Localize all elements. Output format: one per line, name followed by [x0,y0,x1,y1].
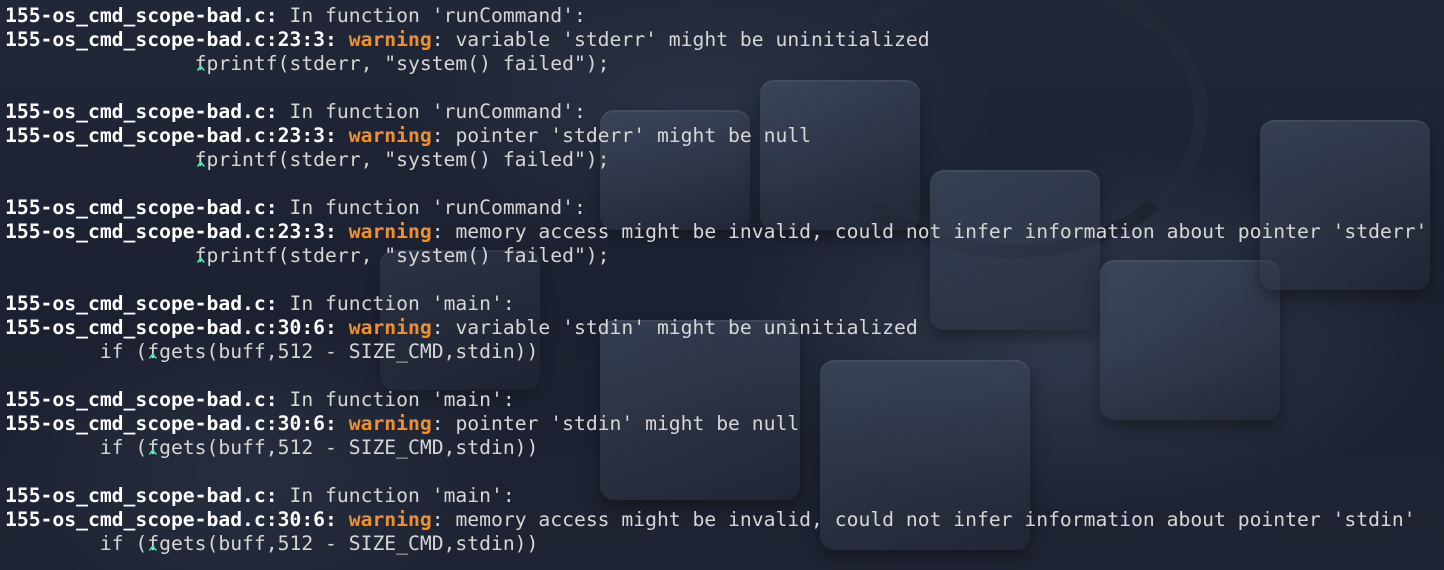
source-file-name: 155-os_cmd_scope-bad.c: [5,196,278,219]
function-context-text: In function 'main': [277,292,515,315]
warning-message: : pointer 'stderr' might be null [431,124,812,147]
function-context-text: In function 'runCommand': [277,4,586,27]
caret-marker-icon: ^ [196,255,206,274]
function-header-line: 155-os_cmd_scope-bad.c: In function 'run… [5,196,1444,220]
function-header-line: 155-os_cmd_scope-bad.c: In function 'mai… [5,484,1444,508]
warning-label: warning [348,508,432,531]
source-location: 155-os_cmd_scope-bad.c:23:3: [5,28,337,51]
warning-line: 155-os_cmd_scope-bad.c:23:3: warning: po… [5,124,1444,148]
function-context-text: In function 'runCommand': [277,196,586,219]
caret-marker-icon: ^ [196,63,206,82]
caret-marker-icon: ^ [148,543,158,562]
caret-line: ^ [5,543,1444,567]
function-context-text: In function 'main': [277,484,515,507]
function-header-line: 155-os_cmd_scope-bad.c: In function 'mai… [5,292,1444,316]
warning-line: 155-os_cmd_scope-bad.c:23:3: warning: me… [5,220,1444,244]
function-header-line: 155-os_cmd_scope-bad.c: In function 'mai… [5,388,1444,412]
warning-message: : memory access might be invalid, could … [431,508,1416,531]
warning-line: 155-os_cmd_scope-bad.c:23:3: warning: va… [5,28,1444,52]
source-file-name: 155-os_cmd_scope-bad.c: [5,100,278,123]
caret-line: ^ [5,447,1444,471]
warning-line: 155-os_cmd_scope-bad.c:30:6: warning: me… [5,508,1444,532]
source-location: 155-os_cmd_scope-bad.c:30:6: [5,508,337,531]
warning-label: warning [348,316,432,339]
terminal-output[interactable]: 155-os_cmd_scope-bad.c: In function 'run… [0,0,1444,567]
source-location: 155-os_cmd_scope-bad.c:30:6: [5,412,337,435]
warning-label: warning [348,412,432,435]
warning-label: warning [348,220,432,243]
caret-marker-icon: ^ [196,159,206,178]
source-file-name: 155-os_cmd_scope-bad.c: [5,292,278,315]
caret-line: ^ [5,351,1444,375]
warning-message: : memory access might be invalid, could … [431,220,1428,243]
caret-marker-icon: ^ [148,447,158,466]
warning-message: : variable 'stderr' might be uninitializ… [431,28,930,51]
warning-line: 155-os_cmd_scope-bad.c:30:6: warning: po… [5,412,1444,436]
function-header-line: 155-os_cmd_scope-bad.c: In function 'run… [5,4,1444,28]
source-file-name: 155-os_cmd_scope-bad.c: [5,484,278,507]
function-context-text: In function 'runCommand': [277,100,586,123]
warning-line: 155-os_cmd_scope-bad.c:30:6: warning: va… [5,316,1444,340]
warning-message: : variable 'stdin' might be uninitialize… [431,316,918,339]
caret-line: ^ [5,159,1444,183]
warning-label: warning [348,28,432,51]
function-header-line: 155-os_cmd_scope-bad.c: In function 'run… [5,100,1444,124]
source-file-name: 155-os_cmd_scope-bad.c: [5,4,278,27]
source-location: 155-os_cmd_scope-bad.c:30:6: [5,316,337,339]
source-location: 155-os_cmd_scope-bad.c:23:3: [5,220,337,243]
source-file-name: 155-os_cmd_scope-bad.c: [5,388,278,411]
caret-line: ^ [5,255,1444,279]
function-context-text: In function 'main': [277,388,515,411]
caret-marker-icon: ^ [148,351,158,370]
warning-message: : pointer 'stdin' might be null [431,412,800,435]
source-location: 155-os_cmd_scope-bad.c:23:3: [5,124,337,147]
caret-line: ^ [5,63,1444,87]
warning-label: warning [348,124,432,147]
